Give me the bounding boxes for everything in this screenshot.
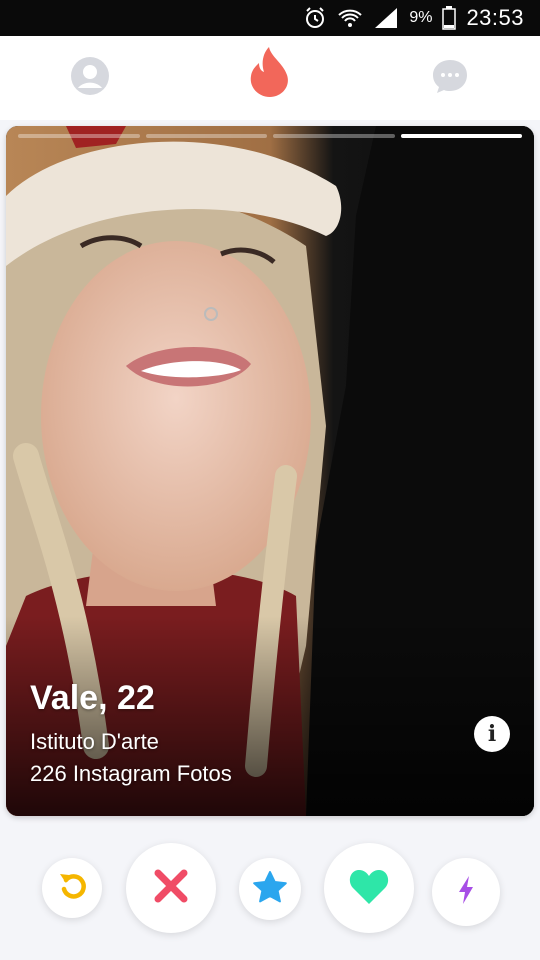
battery-icon — [442, 6, 457, 30]
action-bar — [0, 830, 540, 948]
profile-info: Vale, 22 Istituto D'arte 226 Instagram F… — [30, 679, 232, 790]
nope-icon — [152, 867, 190, 910]
super-like-button[interactable] — [239, 858, 301, 920]
photo-progress-segment-active — [400, 134, 522, 138]
boost-icon — [457, 875, 475, 910]
info-button[interactable]: i — [474, 716, 510, 752]
like-button[interactable] — [324, 843, 414, 933]
home-button[interactable] — [246, 46, 294, 98]
boost-button[interactable] — [432, 858, 500, 926]
profile-icon — [71, 56, 109, 100]
wifi-icon — [337, 6, 363, 30]
photo-progress — [18, 134, 522, 138]
rewind-icon — [57, 871, 87, 906]
photo-progress-segment — [273, 134, 395, 138]
alarm-icon — [303, 6, 327, 30]
super-like-icon — [253, 870, 287, 908]
messages-button[interactable] — [426, 54, 474, 102]
battery-percent: 9% — [409, 9, 433, 26]
nope-button[interactable] — [126, 843, 216, 933]
profile-instagram: 226 Instagram Fotos — [30, 761, 232, 786]
profile-name-age: Vale, 22 — [30, 679, 155, 717]
clock: 23:53 — [466, 5, 524, 30]
status-bar: 9% 23:53 — [0, 0, 540, 36]
profile-button[interactable] — [66, 54, 114, 102]
info-icon: i — [487, 721, 497, 747]
photo-progress-segment — [18, 134, 140, 138]
profile-card[interactable]: Vale, 22 Istituto D'arte 226 Instagram F… — [6, 126, 534, 816]
profile-school: Istituto D'arte — [30, 729, 159, 754]
top-navigation — [0, 36, 540, 120]
rewind-button[interactable] — [42, 858, 102, 918]
photo-progress-segment — [145, 134, 267, 138]
flame-icon — [247, 45, 293, 104]
signal-icon — [373, 6, 399, 30]
like-icon — [348, 867, 390, 910]
messages-icon — [432, 58, 468, 99]
